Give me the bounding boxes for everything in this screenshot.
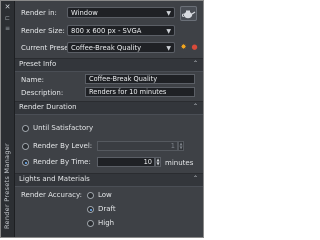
star-icon[interactable]: ✸ xyxy=(180,44,187,51)
properties-icon[interactable]: ≡ xyxy=(4,25,11,32)
time-spinner[interactable]: 10 xyxy=(97,157,155,167)
until-satisfactory-label: Until Satisfactory xyxy=(33,124,94,132)
flame-icon[interactable]: ● xyxy=(191,44,198,51)
accuracy-draft-label: Draft xyxy=(98,205,116,213)
level-spinner[interactable]: 1 xyxy=(97,141,178,151)
description-label: Description: xyxy=(21,89,64,97)
name-label: Name: xyxy=(21,76,45,84)
lights-materials-title: Lights and Materials xyxy=(19,175,90,183)
palette-content: Render in: Window ▼ Render Size: 800 x 6… xyxy=(15,1,203,237)
collapse-icon[interactable]: ⌃ xyxy=(193,103,198,110)
lights-materials-header[interactable]: Lights and Materials ⌃ xyxy=(15,173,203,187)
render-in-label: Render in: xyxy=(21,9,57,17)
accuracy-low-radio[interactable] xyxy=(87,192,94,199)
render-presets-palette: ✕ ⊏ ≡ Render Presets Manager Render in: … xyxy=(0,0,204,238)
accuracy-low-label: Low xyxy=(98,191,112,199)
render-by-level-label: Render By Level: xyxy=(33,142,93,150)
chevron-down-icon: ▼ xyxy=(166,10,171,17)
render-size-label: Render Size: xyxy=(21,27,65,35)
render-size-value: 800 x 600 px - SVGA xyxy=(71,27,142,35)
time-unit-label: minutes xyxy=(165,159,194,167)
render-accuracy-label: Render Accuracy: xyxy=(21,191,82,199)
current-preset-dropdown[interactable]: Coffee-Break Quality ▼ xyxy=(67,42,175,53)
render-size-dropdown[interactable]: 800 x 600 px - SVGA ▼ xyxy=(67,25,175,36)
render-teapot-icon[interactable] xyxy=(180,6,197,21)
render-in-dropdown[interactable]: Window ▼ xyxy=(67,7,175,18)
current-preset-label: Current Preset: xyxy=(21,44,74,52)
time-spin-buttons[interactable]: ▲ ▼ xyxy=(155,157,161,167)
name-field[interactable]: Coffee-Break Quality xyxy=(85,74,195,84)
pin-icon[interactable]: ⊏ xyxy=(4,15,11,22)
accuracy-high-radio[interactable] xyxy=(87,220,94,227)
render-duration-header[interactable]: Render Duration ⌃ xyxy=(15,101,203,115)
palette-title-bar[interactable]: ✕ ⊏ ≡ Render Presets Manager xyxy=(1,1,15,237)
chevron-down-icon: ▼ xyxy=(166,28,171,35)
render-duration-title: Render Duration xyxy=(19,103,77,111)
chevron-down-icon: ▼ xyxy=(166,45,171,52)
render-by-time-label: Render By Time: xyxy=(33,158,91,166)
until-satisfactory-radio[interactable] xyxy=(22,125,29,132)
render-by-time-radio[interactable] xyxy=(22,159,29,166)
level-spin-buttons[interactable]: ▲ ▼ xyxy=(178,141,184,151)
current-preset-value: Coffee-Break Quality xyxy=(71,44,142,52)
collapse-icon[interactable]: ⌃ xyxy=(193,60,198,67)
preset-info-header[interactable]: Preset Info ⌃ xyxy=(15,58,203,72)
preset-info-title: Preset Info xyxy=(19,60,57,68)
palette-title: Render Presets Manager xyxy=(3,142,11,229)
accuracy-high-label: High xyxy=(98,219,115,227)
collapse-icon[interactable]: ⌃ xyxy=(193,175,198,182)
accuracy-draft-radio[interactable] xyxy=(87,206,94,213)
render-by-level-radio[interactable] xyxy=(22,143,29,150)
render-in-value: Window xyxy=(71,9,98,17)
close-icon[interactable]: ✕ xyxy=(4,4,11,11)
description-field[interactable]: Renders for 10 minutes xyxy=(85,87,195,97)
